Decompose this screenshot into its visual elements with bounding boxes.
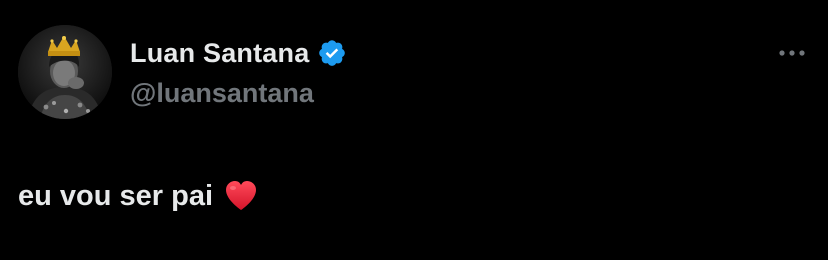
tweet-card[interactable]: Luan Santana @luansantana eu vou ser pai [0,0,828,260]
author-handle[interactable]: @luansantana [130,76,314,110]
more-options-icon [779,50,805,56]
verified-badge-icon[interactable] [317,38,347,68]
tweet-text: eu vou ser pai [18,180,214,212]
tweet-body: eu vou ser pai [18,176,259,216]
more-options-button[interactable] [770,38,814,68]
author-display-name[interactable]: Luan Santana [130,39,309,67]
author-name-row: Luan Santana [130,34,347,72]
heart-emoji-icon [223,178,259,214]
avatar-image [18,25,112,119]
avatar[interactable] [18,25,112,119]
